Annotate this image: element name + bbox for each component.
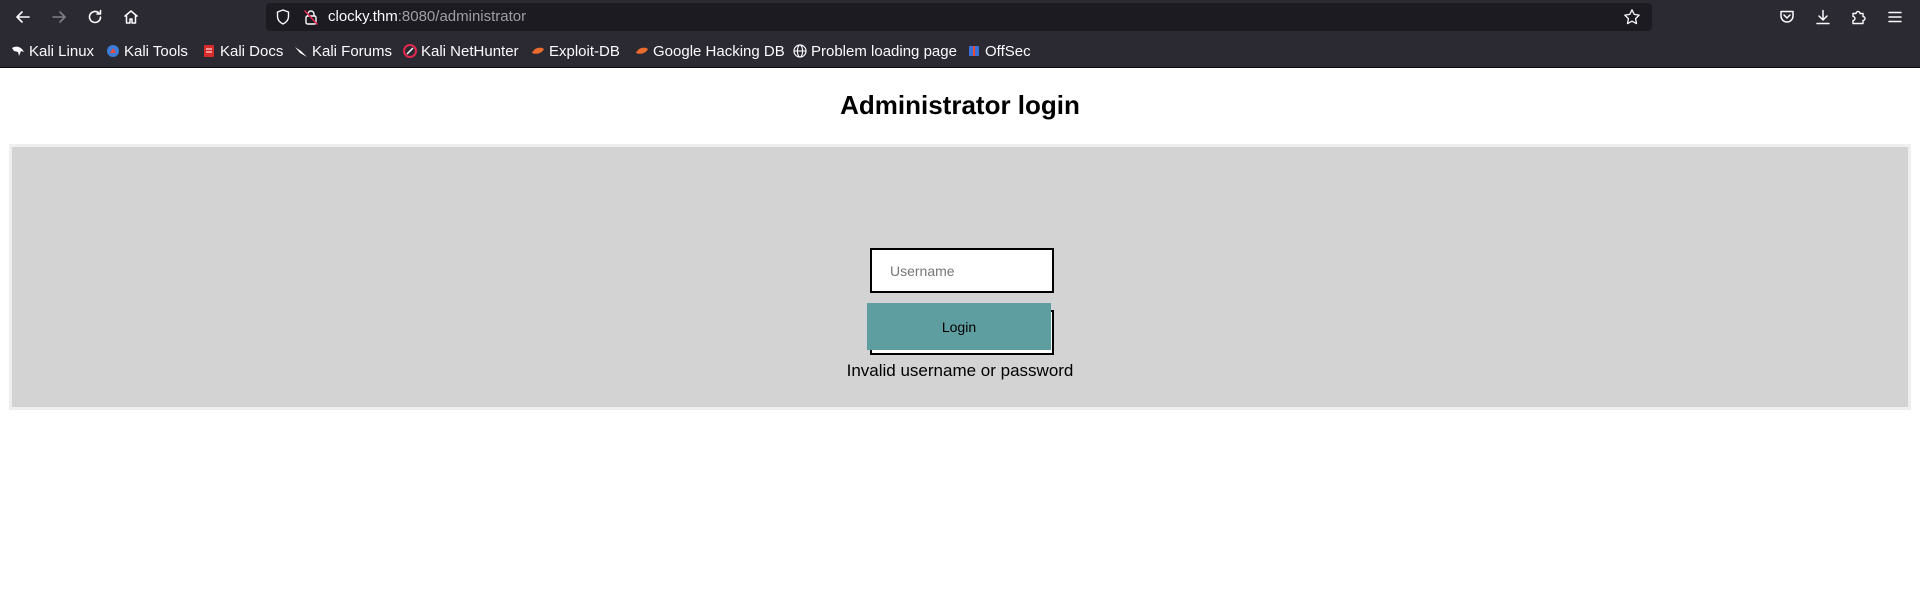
bookmark-label: Google Hacking DB [653,42,785,60]
nethunter-icon [403,44,417,58]
bookmark-offsec[interactable]: OffSec [967,40,1031,62]
home-button[interactable] [117,3,145,31]
bookmark-star-icon[interactable] [1623,8,1641,26]
kali-docs-icon [204,45,214,57]
error-message: Invalid username or password [846,361,1074,380]
hamburger-menu-icon [1888,11,1902,23]
bookmark-label: Kali Tools [124,42,188,60]
bookmark-label: Exploit-DB [549,42,620,60]
bookmark-kali-tools[interactable]: Kali Tools [106,40,188,62]
bookmark-label: Kali Docs [220,42,284,60]
bookmark-kali-linux[interactable]: Kali Linux [11,40,94,62]
bookmark-kali-forums[interactable]: Kali Forums [294,40,392,62]
bookmark-exploit-db[interactable]: Exploit-DB [531,40,620,62]
shield-icon[interactable] [274,8,292,26]
downloads-button[interactable] [1809,3,1837,31]
bookmark-google-hacking-db[interactable]: Google Hacking DB [635,40,785,62]
url-text[interactable]: clocky.thm:8080/administrator [328,9,526,25]
browser-toolbar: clocky.thm:8080/administrator [0,0,1920,34]
home-icon [124,10,138,24]
kali-dragon-icon [295,47,307,57]
puzzle-icon [1852,10,1866,25]
back-button[interactable] [9,3,37,31]
bookmark-label: OffSec [985,42,1031,60]
bookmark-label: Kali NetHunter [421,42,519,60]
bookmark-kali-docs[interactable]: Kali Docs [202,40,283,62]
bookmark-label: Kali Forums [312,42,393,60]
offsec-icon [969,46,979,56]
username-input[interactable] [870,248,1054,293]
exploit-db-icon [636,47,648,54]
menu-button[interactable] [1881,3,1909,31]
forward-arrow-icon [52,11,66,23]
globe-icon [793,44,807,58]
login-button[interactable]: Login [867,303,1051,350]
url-host: clocky.thm [328,8,398,25]
extensions-button[interactable] [1845,3,1873,31]
bookmark-label: Problem loading page [811,42,957,60]
kali-tools-icon [107,45,119,57]
pocket-icon [1780,10,1794,23]
back-arrow-icon [16,11,30,23]
exploit-db-icon [532,47,544,54]
download-icon [1816,9,1830,25]
kali-dragon-icon [12,46,24,56]
page-title: Administrator login [840,90,1080,120]
url-path: :8080/administrator [397,8,527,25]
insecure-lock-icon[interactable] [302,8,320,26]
bookmark-label: Kali Linux [29,42,95,60]
address-bar[interactable]: clocky.thm:8080/administrator [266,3,1652,31]
reload-button[interactable] [81,3,109,31]
reload-icon [88,9,102,24]
bookmarks-toolbar: Kali Linux Kali Tools Kali Docs Kali For… [0,34,1920,68]
forward-button[interactable] [45,3,73,31]
bookmark-problem-loading-page[interactable]: Problem loading page [793,40,957,62]
pocket-button[interactable] [1773,3,1801,31]
bookmark-kali-nethunter[interactable]: Kali NetHunter [403,40,519,62]
